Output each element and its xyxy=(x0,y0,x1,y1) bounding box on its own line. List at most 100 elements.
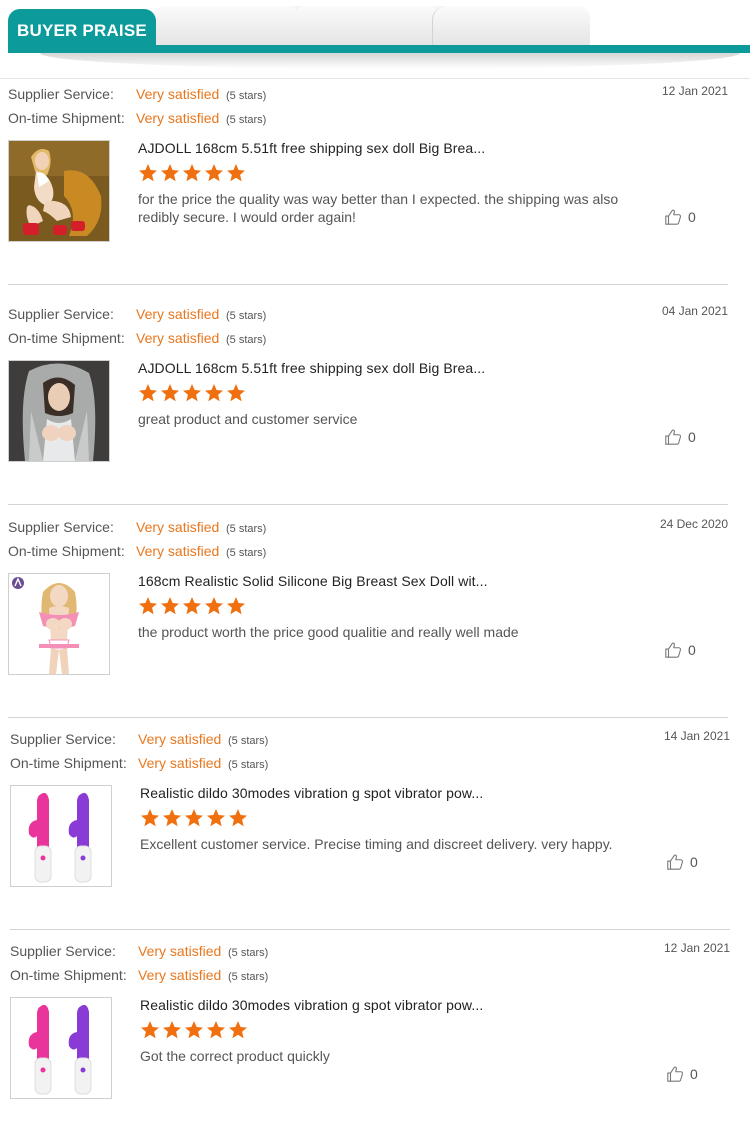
shipment-stars: (5 stars) xyxy=(226,114,267,126)
product-title-link[interactable]: 168cm Realistic Solid Silicone Big Breas… xyxy=(138,573,488,589)
review-date: 12 Jan 2021 xyxy=(663,941,730,955)
shipment-label: On-time Shipment: xyxy=(10,967,127,983)
star-icon xyxy=(140,1020,160,1040)
star-icon xyxy=(184,1020,204,1040)
star-icon xyxy=(162,808,182,828)
supplier-service-stars: (5 stars) xyxy=(226,90,267,102)
shipment-label: On-time Shipment: xyxy=(10,755,127,771)
tab-inactive-3[interactable] xyxy=(432,6,590,46)
star-icon xyxy=(204,596,224,616)
shipment-label: On-time Shipment: xyxy=(8,543,125,559)
thumbs-up-icon[interactable] xyxy=(664,641,682,659)
supplier-service-label: Supplier Service: xyxy=(8,306,114,322)
review-comment: Got the correct product quickly xyxy=(140,1048,330,1064)
product-thumbnail[interactable] xyxy=(8,140,110,242)
review-date: 14 Jan 2021 xyxy=(663,729,730,743)
review-item: Supplier Service: Very satisfied (5 stars)… xyxy=(8,300,728,505)
star-icon xyxy=(226,163,246,183)
buyer-praise-header: BUYER PRAISE xyxy=(0,0,750,80)
like-count: 0 xyxy=(688,209,696,225)
review-comment: Excellent customer service. Precise timi… xyxy=(140,836,613,852)
product-title-link[interactable]: Realistic dildo 30modes vibration g spot… xyxy=(140,997,483,1013)
product-thumbnail[interactable] xyxy=(8,573,110,675)
product-title-link[interactable]: AJDOLL 168cm 5.51ft free shipping sex do… xyxy=(138,140,485,156)
header-divider xyxy=(0,78,750,79)
header-teal-bar xyxy=(8,45,750,53)
shipment-stars: (5 stars) xyxy=(226,547,267,559)
star-icon xyxy=(204,383,224,403)
star-icon xyxy=(204,163,224,183)
shipment-label: On-time Shipment: xyxy=(8,330,125,346)
star-icon xyxy=(226,596,246,616)
tab-buyer-praise[interactable]: BUYER PRAISE xyxy=(8,9,156,49)
star-icon xyxy=(140,808,160,828)
review-item: Supplier Service: Very satisfied (5 stars)… xyxy=(10,937,730,1137)
shipment-stars: (5 stars) xyxy=(226,334,267,346)
thumbs-up-icon[interactable] xyxy=(666,853,684,871)
star-icon xyxy=(160,383,180,403)
like-count: 0 xyxy=(688,429,696,445)
star-icon xyxy=(228,1020,248,1040)
star-icon xyxy=(138,163,158,183)
review-comment: for the price the quality was way better… xyxy=(138,191,619,225)
star-icon xyxy=(160,596,180,616)
shipment-stars: (5 stars) xyxy=(228,759,269,771)
shipment-label: On-time Shipment: xyxy=(8,110,125,126)
star-icon xyxy=(182,596,202,616)
supplier-service-value: Very satisfied xyxy=(136,306,220,322)
star-icon xyxy=(182,383,202,403)
review-divider xyxy=(8,284,728,285)
thumbs-up-icon[interactable] xyxy=(666,1065,684,1083)
tab-inactive-2[interactable] xyxy=(290,6,440,46)
thumbs-up-icon[interactable] xyxy=(664,428,682,446)
supplier-service-label: Supplier Service: xyxy=(8,519,114,535)
review-divider xyxy=(8,717,728,718)
product-thumbnail[interactable] xyxy=(10,997,112,1099)
review-item: Supplier Service: Very satisfied (5 stars)… xyxy=(8,80,728,285)
review-divider xyxy=(10,929,730,930)
supplier-service-value: Very satisfied xyxy=(138,731,222,747)
star-icon xyxy=(162,1020,182,1040)
like-count: 0 xyxy=(690,1066,698,1082)
shipment-value: Very satisfied xyxy=(136,543,220,559)
header-shadow xyxy=(40,53,740,69)
product-title-link[interactable]: Realistic dildo 30modes vibration g spot… xyxy=(140,785,483,801)
supplier-service-label: Supplier Service: xyxy=(10,731,116,747)
star-icon xyxy=(138,383,158,403)
review-date: 12 Jan 2021 xyxy=(661,84,728,98)
shipment-stars: (5 stars) xyxy=(228,971,269,983)
supplier-service-value: Very satisfied xyxy=(136,86,220,102)
rating-stars xyxy=(140,808,248,828)
supplier-service-stars: (5 stars) xyxy=(228,947,269,959)
shipment-value: Very satisfied xyxy=(138,755,222,771)
review-item: Supplier Service: Very satisfied (5 stars)… xyxy=(8,513,728,718)
rating-stars xyxy=(138,383,246,403)
product-title-link[interactable]: AJDOLL 168cm 5.51ft free shipping sex do… xyxy=(138,360,485,376)
star-icon xyxy=(160,163,180,183)
like-count: 0 xyxy=(688,642,696,658)
review-item: Supplier Service: Very satisfied (5 stars)… xyxy=(10,725,730,930)
rating-stars xyxy=(138,596,246,616)
review-date: 04 Jan 2021 xyxy=(661,304,728,318)
like-count: 0 xyxy=(690,854,698,870)
product-thumbnail[interactable] xyxy=(10,785,112,887)
star-icon xyxy=(182,163,202,183)
shipment-value: Very satisfied xyxy=(136,110,220,126)
star-icon xyxy=(228,808,248,828)
tab-inactive-1[interactable] xyxy=(150,6,300,46)
supplier-service-stars: (5 stars) xyxy=(226,310,267,322)
thumbs-up-icon[interactable] xyxy=(664,208,682,226)
review-divider xyxy=(8,504,728,505)
supplier-service-stars: (5 stars) xyxy=(226,523,267,535)
review-comment: the product worth the price good qualiti… xyxy=(138,624,519,640)
supplier-service-value: Very satisfied xyxy=(136,519,220,535)
product-thumbnail[interactable] xyxy=(8,360,110,462)
supplier-service-stars: (5 stars) xyxy=(228,735,269,747)
shipment-value: Very satisfied xyxy=(138,967,222,983)
star-icon xyxy=(184,808,204,828)
supplier-service-value: Very satisfied xyxy=(138,943,222,959)
rating-stars xyxy=(140,1020,248,1040)
star-icon xyxy=(206,808,226,828)
shipment-value: Very satisfied xyxy=(136,330,220,346)
star-icon xyxy=(206,1020,226,1040)
